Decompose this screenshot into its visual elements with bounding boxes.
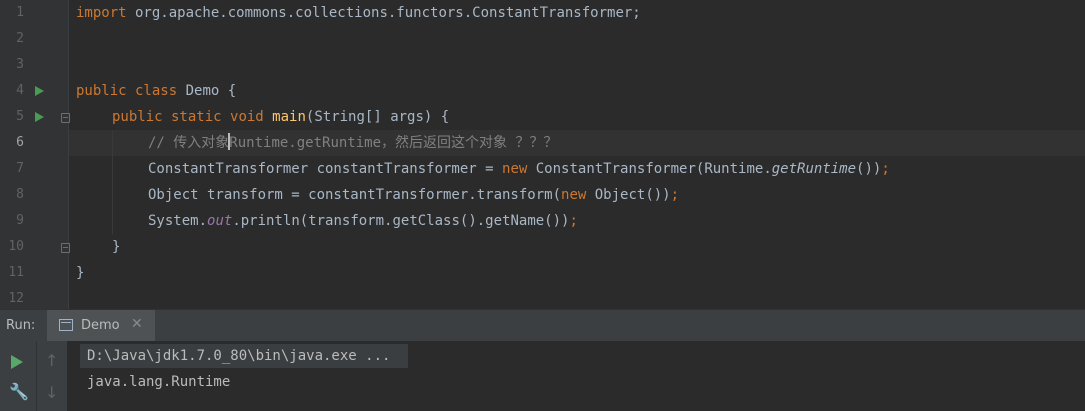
keyword: new (561, 187, 587, 203)
static-field: out (207, 213, 233, 229)
code-editor[interactable]: 1 2 3 4 5 6 7 8 9 10 11 12 import org.ap… (0, 0, 1085, 309)
indent-guide (112, 130, 113, 234)
editor-gutter: 1 2 3 4 5 6 7 8 9 10 11 12 (0, 0, 70, 309)
code-text: Demo { (177, 83, 237, 99)
line-number: 5 (16, 109, 24, 124)
code-line-1: import org.apache.commons.collections.fu… (76, 0, 641, 26)
code-line-8: Object transform = constantTransformer.t… (148, 182, 679, 208)
scroll-tools-column: ↑ ↓ (37, 341, 67, 411)
line-number: 2 (16, 31, 24, 46)
code-text: ConstantTransformer(Runtime. (527, 161, 772, 177)
run-main-icon[interactable] (35, 112, 44, 122)
play-icon[interactable] (11, 355, 23, 369)
code-text: ConstantTransformer constantTransformer … (148, 161, 503, 177)
line-number: 10 (8, 239, 24, 254)
comment: Runtime.getRuntime，然后返回这个对象 ？？？ (229, 135, 558, 151)
code-line-10: } (112, 239, 121, 255)
line-number: 3 (16, 57, 24, 72)
code-line-9: System.out.println(transform.getClass().… (148, 208, 578, 234)
keyword: new (502, 161, 528, 177)
run-tools-column: 🔧 (0, 341, 37, 411)
line-number: 8 (16, 187, 24, 202)
code-text: Object transform = constantTransformer.t… (148, 187, 562, 203)
semicolon: ; (569, 213, 578, 229)
comment: // 传入对象 (148, 135, 230, 151)
code-text: Object()) (586, 187, 671, 203)
code-line-5: public static void main(String[] args) { (112, 104, 449, 130)
console-output: java.lang.Runtime (87, 374, 231, 390)
semicolon: ; (881, 161, 890, 177)
line-number: 7 (16, 161, 24, 176)
line-number: 4 (16, 83, 24, 98)
keyword: static (162, 109, 222, 125)
run-class-icon[interactable] (35, 86, 44, 96)
method-name: main (263, 109, 306, 125)
tab-label: Demo (81, 318, 120, 333)
keyword: void (221, 109, 264, 125)
run-console: 🔧 ↑ ↓ D:\Java\jdk1.7.0_80\bin\java.exe .… (0, 341, 1085, 411)
close-icon[interactable]: ✕ (131, 316, 143, 332)
keyword: import (76, 5, 127, 21)
semicolon: ; (670, 187, 680, 203)
arrow-down-icon[interactable]: ↓ (45, 383, 58, 402)
code-text: org.apache.commons.collections.functors.… (126, 5, 641, 21)
code-text: (String[] args) { (305, 109, 450, 125)
code-line-11: } (76, 265, 85, 281)
run-label: Run: (6, 318, 36, 333)
static-call: getRuntime (771, 161, 857, 177)
code-text: System. (148, 213, 208, 229)
keyword: class (126, 83, 178, 99)
line-number: 12 (8, 291, 24, 306)
code-text: .println(transform.getClass().getName()) (232, 213, 570, 229)
tab-demo[interactable]: Demo ✕ (47, 310, 155, 341)
keyword: public (76, 83, 127, 99)
code-line-6: // 传入对象Runtime.getRuntime，然后返回这个对象 ？？？ (148, 130, 557, 156)
line-number-current: 6 (16, 135, 24, 150)
line-number: 9 (16, 213, 24, 228)
arrow-up-icon[interactable]: ↑ (45, 351, 58, 370)
console-icon (59, 319, 73, 331)
code-text: ()) (856, 161, 882, 177)
fold-open-icon[interactable] (61, 113, 70, 123)
code-line-4: public class Demo { (76, 78, 236, 104)
run-toolbar: Run: Demo ✕ (0, 309, 1085, 341)
wrench-icon[interactable]: 🔧 (9, 382, 29, 401)
keyword: public (112, 109, 163, 125)
line-number: 1 (16, 5, 24, 20)
code-line-7: ConstantTransformer constantTransformer … (148, 156, 890, 182)
line-number: 11 (8, 265, 24, 280)
fold-close-icon[interactable] (61, 243, 70, 253)
console-command[interactable]: D:\Java\jdk1.7.0_80\bin\java.exe ... (87, 344, 390, 368)
